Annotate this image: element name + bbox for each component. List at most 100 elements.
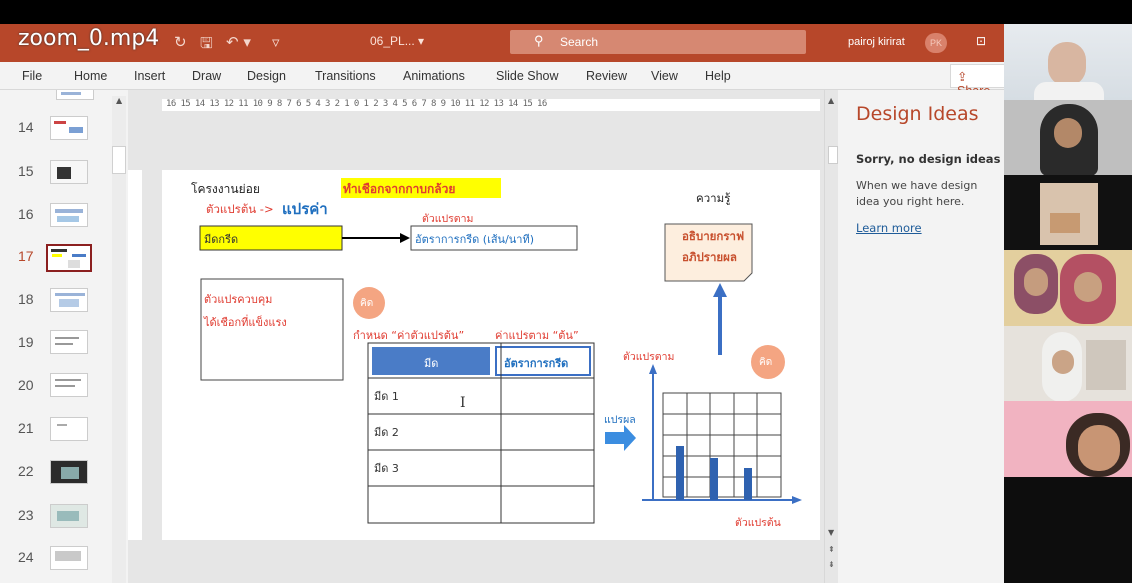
undo-icon[interactable]: ↶ ▾ — [226, 33, 251, 51]
participant-video[interactable] — [1004, 250, 1132, 326]
participant-video[interactable] — [1004, 326, 1132, 401]
doc-name[interactable]: 06_PL... ▾ — [370, 34, 424, 48]
redo-icon[interactable]: ↻ — [174, 33, 187, 51]
scroll-up-icon[interactable]: ▲ — [116, 96, 122, 105]
slide-thumbnail[interactable] — [50, 417, 88, 441]
search-icon: ⚲ — [534, 33, 544, 48]
search-box[interactable]: ⚲ Search — [510, 30, 806, 54]
slide-thumbnail[interactable] — [50, 330, 88, 354]
y-axis-arrowhead — [649, 364, 657, 374]
avatar[interactable]: PK — [925, 33, 947, 53]
table-cell: มีด 3 — [374, 462, 399, 475]
slide-number-active: 17 — [18, 248, 34, 264]
video-filename-overlay: zoom_0.mp4 — [18, 26, 160, 51]
x-axis-arrowhead — [792, 496, 802, 504]
tab-insert[interactable]: Insert — [134, 69, 165, 83]
tab-file[interactable]: File — [22, 69, 42, 83]
interpret-label: แปรผล — [604, 414, 636, 426]
graph-y-label: ตัวแปรตาม — [623, 351, 675, 363]
design-ideas-body: When we have design idea you right here. — [856, 179, 978, 208]
slide-title-highlight: ทำเชือกจากกาบกล้วย — [343, 182, 456, 196]
user-name[interactable]: pairoj kirirat — [848, 36, 905, 48]
up-arrow-head — [713, 283, 727, 297]
discuss-result-label: อภิปรายผล — [682, 250, 737, 264]
slide-title-prefix: โครงงานย่อย — [191, 182, 260, 196]
slide-thumbnail[interactable] — [50, 116, 88, 140]
slide-number: 22 — [18, 463, 34, 479]
ruler-scale: 16 15 14 13 12 11 10 9 8 7 6 5 4 3 2 1 0… — [166, 99, 547, 109]
graph-bar-1 — [676, 446, 684, 500]
slide-thumbnail-active[interactable] — [46, 244, 92, 272]
tab-transitions[interactable]: Transitions — [315, 69, 376, 83]
independent-variable-label: ตัวแปรต้น -> — [206, 202, 274, 216]
participant-video[interactable] — [1004, 24, 1132, 100]
vary-value-label: แปรค่า — [282, 200, 328, 218]
graph-bar-2 — [710, 458, 718, 500]
tab-design[interactable]: Design — [247, 69, 286, 83]
share-icon: ⇪ — [957, 70, 968, 84]
text-cursor-icon: I — [460, 395, 466, 411]
table-header-rate: อัตราการกรีด — [504, 357, 569, 370]
tab-home[interactable]: Home — [74, 69, 107, 83]
slide-thumbnail[interactable] — [50, 460, 88, 484]
set-independent-label: กำหนด “ค่าตัวแปรต้น” — [353, 329, 465, 342]
scroll-down-icon[interactable]: ▼ — [828, 528, 834, 537]
dependent-box-text: อัตราการกรีด (เส้น/นาที) — [415, 233, 535, 246]
knowledge-label: ความรู้ — [696, 191, 731, 205]
tab-view[interactable]: View — [651, 69, 678, 83]
slide-number: 20 — [18, 377, 34, 393]
dependent-value-label: ค่าแปรตาม “ต้น” — [495, 329, 579, 342]
slide-thumbnail[interactable] — [50, 373, 88, 397]
arrow-head — [400, 233, 410, 243]
video-top-bar — [0, 0, 1132, 24]
tab-draw[interactable]: Draw — [192, 69, 221, 83]
save-icon[interactable]: 🖫 — [200, 33, 213, 58]
customize-qat-icon[interactable]: ▿ — [272, 33, 280, 51]
ribbon-display-icon[interactable]: ⊡ — [976, 34, 986, 48]
explain-graph-label: อธิบายกราฟ — [682, 229, 745, 243]
canvas-scroll-thumb[interactable] — [828, 146, 838, 164]
tab-help[interactable]: Help — [705, 69, 731, 83]
slide-drawing: I — [199, 178, 802, 524]
slide-thumbnail[interactable] — [50, 160, 88, 184]
share-button[interactable]: ⇪ Share — [950, 64, 1004, 98]
slide-number: 14 — [18, 119, 34, 135]
slide-number: 21 — [18, 420, 34, 436]
scroll-up-icon[interactable]: ▲ — [828, 96, 834, 105]
ribbon-tabs: File Home Insert Draw Design Transitions… — [0, 62, 1004, 90]
vertical-ruler — [128, 170, 142, 540]
participant-video[interactable] — [1004, 100, 1132, 175]
slide-number: 18 — [18, 291, 34, 307]
slide-thumbnail[interactable] — [50, 203, 88, 227]
design-ideas-title: Design Ideas — [856, 103, 979, 125]
learn-more-link[interactable]: Learn more — [856, 221, 922, 235]
table-cell: มีด 2 — [374, 426, 399, 439]
thumbnail-13-partial[interactable] — [56, 90, 94, 100]
interpret-arrow — [605, 425, 636, 451]
graph-bar-3 — [744, 468, 752, 500]
design-ideas-subtitle: Sorry, no design ideas for — [856, 152, 1023, 166]
participant-strip-empty — [1004, 477, 1132, 583]
graph-x-label: ตัวแปรต้น — [735, 517, 781, 529]
control-variable-value: ได้เชือกที่แข็งแรง — [204, 316, 287, 329]
table-header-knife: มีด — [424, 357, 439, 370]
tab-review[interactable]: Review — [586, 69, 627, 83]
slide-number: 16 — [18, 206, 34, 222]
next-slide-icon[interactable]: ⇟ — [828, 560, 835, 569]
previous-slide-icon[interactable]: ⇞ — [828, 545, 835, 554]
slide-number: 19 — [18, 334, 34, 350]
slide-number: 15 — [18, 163, 34, 179]
slide-canvas[interactable]: I โครงงานย่อย ทำเชือกจากกาบกล้วย ตัวแปรต… — [162, 170, 820, 540]
tab-animations[interactable]: Animations — [403, 69, 465, 83]
thumbnail-scroll-thumb[interactable] — [112, 146, 126, 174]
tab-slide-show[interactable]: Slide Show — [496, 69, 559, 83]
participant-video[interactable] — [1004, 401, 1132, 477]
slide-number: 23 — [18, 507, 34, 523]
knife-label: มีดกรีด — [204, 233, 239, 246]
slide-number: 24 — [18, 549, 34, 565]
participant-video[interactable] — [1004, 175, 1132, 250]
slide-thumbnail[interactable] — [50, 504, 88, 528]
slide-thumbnail[interactable] — [50, 546, 88, 570]
search-placeholder: Search — [560, 35, 599, 49]
slide-thumbnail[interactable] — [50, 288, 88, 312]
